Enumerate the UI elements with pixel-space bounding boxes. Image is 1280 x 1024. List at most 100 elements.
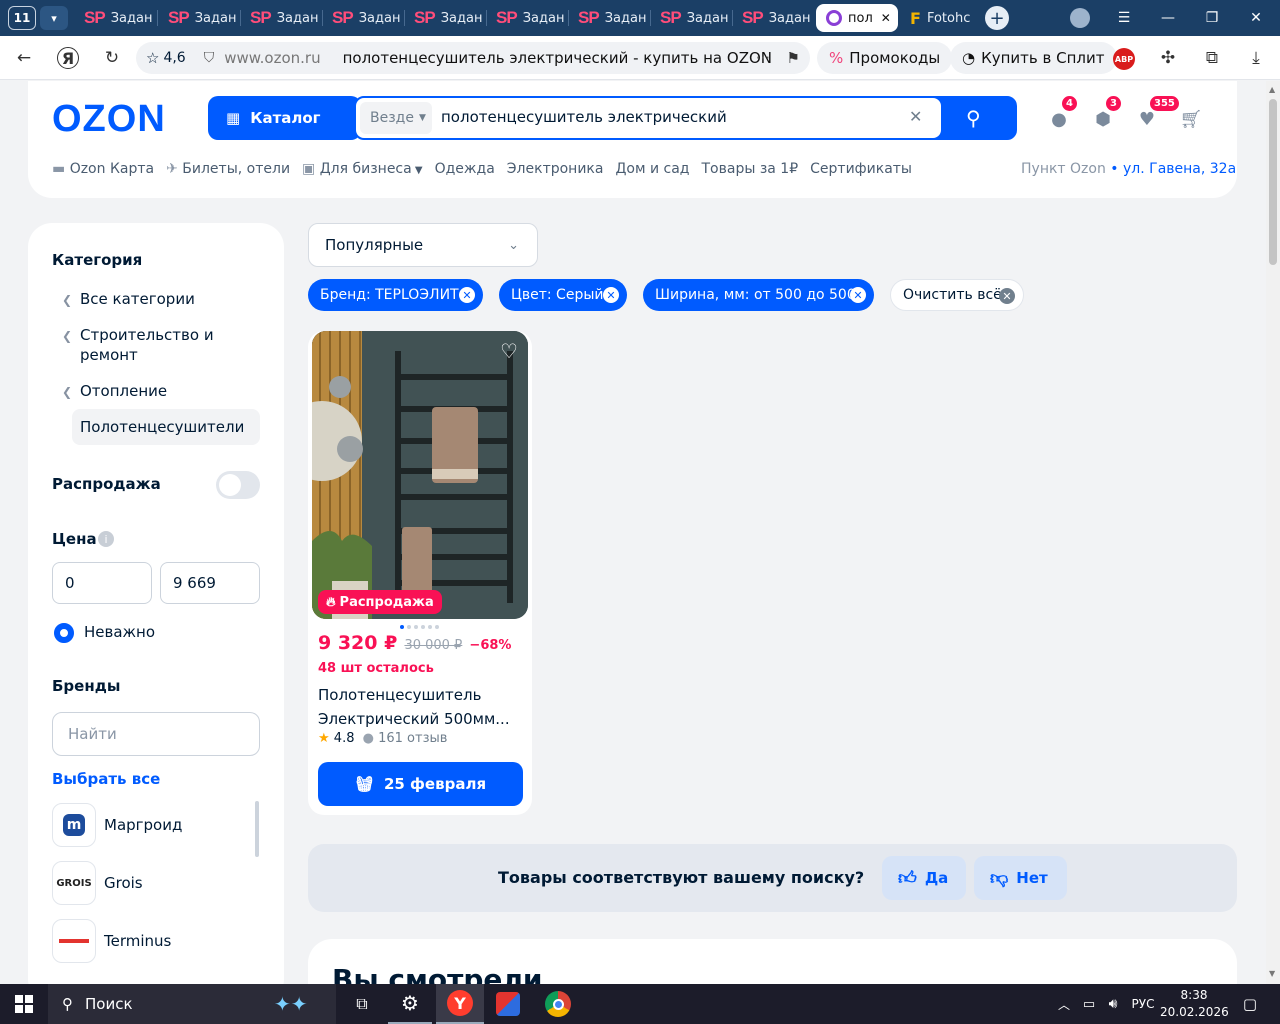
any-price-radio[interactable] <box>54 623 74 643</box>
scroll-down-icon[interactable]: ▼ <box>1269 969 1275 978</box>
restore-icon[interactable]: ❐ <box>1190 0 1234 36</box>
favorite-heart-icon[interactable]: ♡ <box>500 339 518 363</box>
browser-tab[interactable]: SP Задан <box>650 4 732 32</box>
nav-electronics[interactable]: Электроника <box>507 161 604 177</box>
image-dots[interactable] <box>400 625 439 629</box>
chrome-taskbar-icon[interactable] <box>534 984 582 1024</box>
browser-menu-icon[interactable]: ☰ <box>1102 0 1146 36</box>
download-icon[interactable]: ⤓ <box>1242 44 1270 72</box>
sort-select[interactable]: Популярные ⌄ <box>308 223 538 267</box>
yandex-icon[interactable]: Я <box>57 47 79 69</box>
filter-chip-width[interactable]: Ширина, мм: от 500 до 500 ✕ <box>643 279 874 311</box>
nav-ozon-card[interactable]: ▬ Ozon Карта <box>52 161 154 177</box>
close-window-icon[interactable]: ✕ <box>1234 0 1278 36</box>
brand-item-terminus[interactable]: Terminus <box>52 919 252 963</box>
tab-count-button[interactable]: 11 <box>8 6 36 30</box>
browser-tab[interactable]: SP Задан <box>322 4 404 32</box>
feedback-yes-button[interactable]: 👍︎ Да <box>882 856 966 900</box>
settings-icon[interactable]: ⚙ <box>388 984 432 1024</box>
profile-avatar-icon[interactable] <box>1070 8 1090 28</box>
product-card[interactable]: ♡ 🔥︎ Распродажа 9 320 ₽ 30 000 ₽ −68% 48 … <box>308 331 532 815</box>
nav-clothes[interactable]: Одежда <box>435 161 495 177</box>
browser-tab[interactable]: SP Задан <box>74 4 156 32</box>
nav-1-ruble[interactable]: Товары за 1₽ <box>702 161 799 177</box>
taskbar-search[interactable]: ⚲ Поиск ✦✦ <box>48 984 336 1024</box>
scroll-thumb[interactable] <box>1269 99 1277 265</box>
browser-tab[interactable]: SP Задан <box>158 4 240 32</box>
rating-row[interactable]: ★ 4.8 ● 161 отзыв <box>318 731 447 746</box>
network-icon[interactable]: ▭ <box>1078 984 1100 1024</box>
brand-item-margroid[interactable]: m Маргроид <box>52 803 252 847</box>
browser-tab[interactable]: SP Задан <box>732 4 810 32</box>
nav-home-garden[interactable]: Дом и сад <box>615 161 689 177</box>
nav-business[interactable]: ▣ Для бизнеса ▼ <box>302 161 423 177</box>
notifications-icon[interactable]: ▢ <box>1234 984 1266 1024</box>
collections-icon[interactable]: ⧉ <box>1198 44 1226 72</box>
promocodes-button[interactable]: % Промокоды <box>817 42 953 74</box>
feedback-no-button[interactable]: 👎︎ Нет <box>974 856 1067 900</box>
catalog-button[interactable]: ▦ Каталог <box>208 96 361 140</box>
cart-icon[interactable]: 🛒︎ <box>1180 108 1203 130</box>
category-towel-warmers[interactable]: Полотенцесушители <box>80 417 244 437</box>
clear-all-chip[interactable]: Очистить всё ✕ <box>890 279 1024 311</box>
heart-icon[interactable]: ♥ <box>1136 108 1158 130</box>
category-heating[interactable]: Отопление <box>80 381 167 401</box>
yandex-browser-taskbar-icon[interactable]: Y <box>436 984 484 1024</box>
filter-chip-color[interactable]: Цвет: Серый ✕ <box>499 279 627 311</box>
tab-list-chevron-icon[interactable]: ▾ <box>40 6 68 30</box>
browser-tab[interactable]: SP Задан <box>568 4 650 32</box>
price-to-input[interactable]: 9 669 <box>160 562 260 604</box>
tray-chevron-up-icon[interactable]: ︿ <box>1052 984 1076 1024</box>
clear-search-icon[interactable]: ✕ <box>909 107 922 126</box>
browser-tab-active[interactable]: пол ✕ <box>816 4 898 32</box>
brand-search-input[interactable]: Найти <box>52 712 260 756</box>
minimize-icon[interactable]: — <box>1146 0 1190 36</box>
browser-tab[interactable]: F Fotohc <box>900 4 980 32</box>
ozon-logo[interactable]: OZON <box>52 98 166 141</box>
scroll-up-icon[interactable]: ▲ <box>1269 85 1275 94</box>
info-icon[interactable]: i <box>98 531 114 547</box>
search-input[interactable]: полотенцесушитель электрический <box>441 108 727 126</box>
clock[interactable]: 8:38 20.02.2026 <box>1160 987 1229 1021</box>
reload-icon[interactable]: ↻ <box>98 44 126 72</box>
product-title[interactable]: Полотенцесушитель Электрический 500мм... <box>318 683 510 731</box>
search-icon[interactable]: ⚲ <box>966 106 981 130</box>
windows-start-icon[interactable] <box>0 984 48 1024</box>
search-scope-select[interactable]: Везде ▼ <box>360 102 432 134</box>
task-view-icon[interactable]: ⧉ <box>340 984 384 1024</box>
category-all[interactable]: Все категории <box>80 289 195 309</box>
split-button[interactable]: ◔ Купить в Сплит <box>950 42 1117 74</box>
category-construction[interactable]: Строительство и ремонт <box>80 325 230 365</box>
price-from-input[interactable]: 0 <box>52 562 152 604</box>
page-scrollbar[interactable]: ▲ ▼ <box>1266 81 1280 984</box>
back-icon[interactable]: ← <box>10 44 38 72</box>
pickup-point[interactable]: Пункт Ozon • ул. Гавена, 32а <box>1021 161 1236 177</box>
extensions-icon[interactable]: ✣ <box>1154 44 1182 72</box>
new-tab-button[interactable]: + <box>985 6 1009 30</box>
add-to-cart-button[interactable]: 🧺︎ 25 февраля <box>318 762 523 806</box>
app-taskbar-icon[interactable] <box>486 984 530 1024</box>
orders-icon[interactable]: ⬢ <box>1092 108 1114 130</box>
close-tab-icon[interactable]: ✕ <box>881 11 891 25</box>
adblock-icon[interactable]: ABP <box>1113 48 1135 70</box>
product-image[interactable]: ♡ 🔥︎ Распродажа <box>312 331 528 619</box>
more-icon[interactable]: ··· <box>756 49 770 67</box>
url-field[interactable]: ☆ 4,6 ⛉ www.ozon.ru полотенцесушитель эл… <box>136 42 810 74</box>
select-all-link[interactable]: Выбрать все <box>52 770 160 788</box>
remove-filter-icon[interactable]: ✕ <box>459 287 475 303</box>
brand-list-scrollbar[interactable] <box>255 801 259 857</box>
nav-tickets[interactable]: ✈ Билеты, отели <box>166 161 290 177</box>
profile-icon[interactable]: ● <box>1048 108 1070 130</box>
clear-all-icon[interactable]: ✕ <box>999 288 1015 304</box>
language-indicator[interactable]: РУС <box>1126 984 1160 1024</box>
remove-filter-icon[interactable]: ✕ <box>850 287 866 303</box>
browser-tab[interactable]: SP Задан <box>404 4 486 32</box>
bookmark-icon[interactable]: ⚑ <box>787 49 800 67</box>
browser-tab[interactable]: SP Задан <box>486 4 568 32</box>
shield-icon[interactable]: ⛉ <box>204 50 215 66</box>
browser-tab[interactable]: SP Задан <box>240 4 322 32</box>
remove-filter-icon[interactable]: ✕ <box>603 287 619 303</box>
nav-certificates[interactable]: Сертификаты <box>810 161 912 177</box>
sale-toggle[interactable] <box>216 471 260 499</box>
brand-item-grois[interactable]: GROIS Grois <box>52 861 252 905</box>
